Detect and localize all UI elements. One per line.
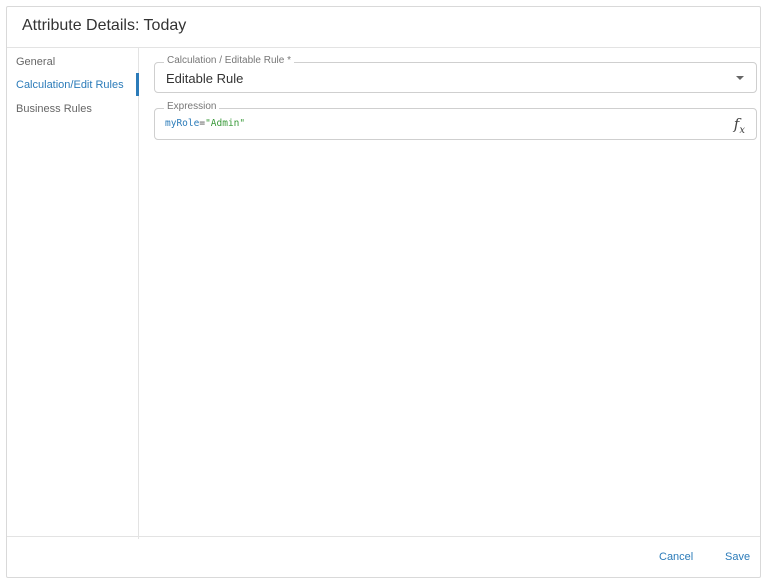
expression-variable: myRole bbox=[165, 118, 200, 129]
chevron-down-icon[interactable] bbox=[736, 76, 744, 80]
attribute-details-dialog: Attribute Details: Today General Calcula… bbox=[6, 6, 761, 578]
cancel-button[interactable]: Cancel bbox=[659, 551, 693, 563]
sidebar-item-business-rules[interactable]: Business Rules bbox=[16, 103, 92, 115]
dialog-footer: Cancel Save bbox=[7, 536, 760, 577]
save-button[interactable]: Save bbox=[725, 551, 750, 563]
expression-code[interactable]: myRole="Admin" bbox=[165, 118, 245, 129]
expression-label: Expression bbox=[164, 101, 220, 112]
sidebar-item-calculation-edit-rules[interactable]: Calculation/Edit Rules bbox=[16, 79, 124, 91]
calculation-editable-rule-value: Editable Rule bbox=[166, 71, 244, 86]
function-icon[interactable]: fx bbox=[734, 115, 745, 136]
calculation-editable-rule-label: Calculation / Editable Rule * bbox=[164, 55, 294, 66]
active-tab-indicator bbox=[136, 73, 139, 96]
sidebar-item-general[interactable]: General bbox=[16, 56, 55, 68]
dialog-title: Attribute Details: Today bbox=[22, 17, 187, 34]
dialog-header: Attribute Details: Today bbox=[7, 7, 760, 48]
expression-field[interactable]: Expression myRole="Admin" fx bbox=[154, 101, 757, 140]
expression-string-value: "Admin" bbox=[205, 118, 246, 129]
calculation-editable-rule-select[interactable]: Calculation / Editable Rule * Editable R… bbox=[154, 55, 757, 93]
sidebar-nav: General Calculation/Edit Rules Business … bbox=[7, 48, 139, 539]
